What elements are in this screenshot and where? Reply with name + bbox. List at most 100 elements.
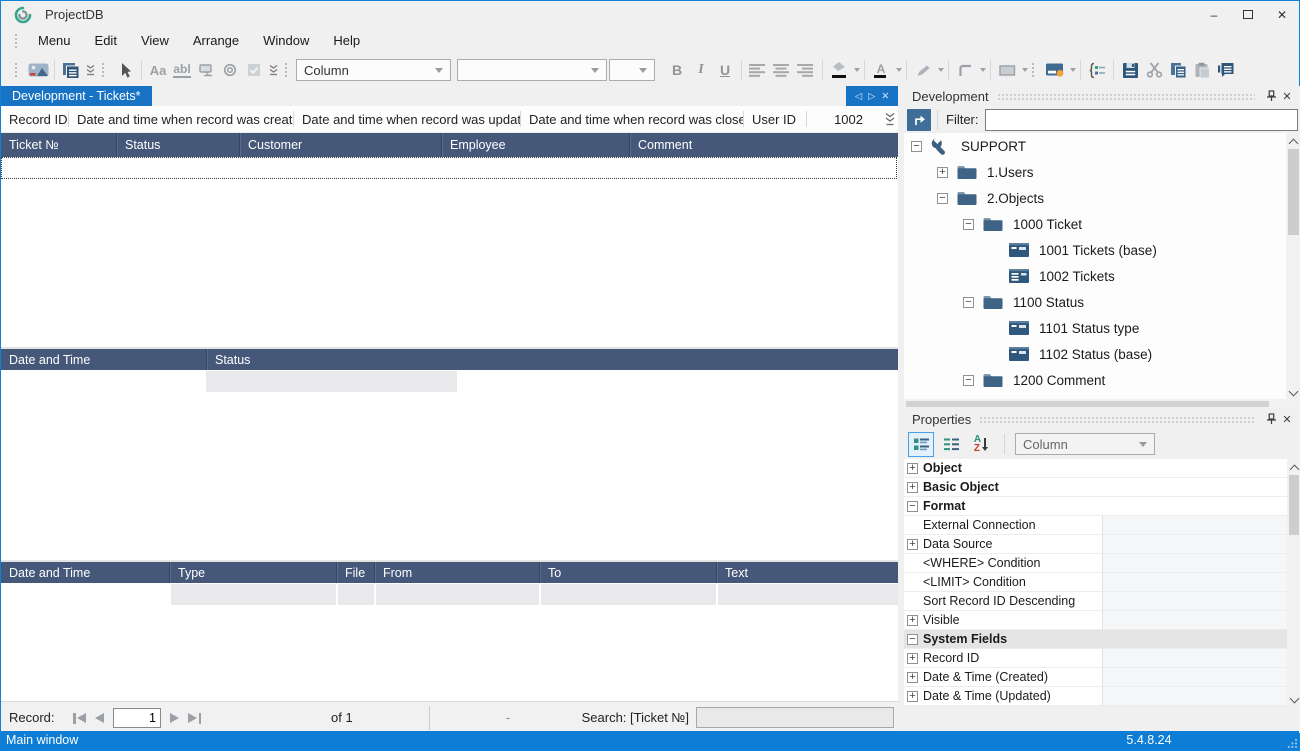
- underline-button[interactable]: U: [713, 62, 737, 78]
- minimize-button[interactable]: –: [1197, 1, 1231, 28]
- tree-item[interactable]: −1100 Status: [904, 289, 1300, 315]
- pin-icon[interactable]: [1263, 411, 1279, 427]
- property-value[interactable]: [1102, 668, 1300, 686]
- tree-item[interactable]: −SUPPORT: [904, 133, 1300, 159]
- scroll-down-icon[interactable]: [1287, 691, 1300, 706]
- property-row[interactable]: +Record ID: [904, 649, 1300, 668]
- prev-tab-icon[interactable]: ◁: [855, 91, 862, 102]
- column-header[interactable]: Date and Time: [1, 562, 169, 583]
- locate-object-button[interactable]: [907, 109, 931, 131]
- toolbar-gripper-1[interactable]: [14, 61, 19, 79]
- maximize-button[interactable]: [1231, 1, 1265, 28]
- font-tool-icon[interactable]: Aa: [146, 58, 170, 82]
- expander-minus-icon[interactable]: −: [911, 141, 922, 152]
- categorized-view-button[interactable]: [908, 432, 934, 457]
- property-value[interactable]: [1102, 535, 1300, 553]
- tree-item[interactable]: 1002 Tickets: [904, 263, 1300, 289]
- close-button[interactable]: ✕: [1265, 1, 1299, 28]
- tab-development-tickets[interactable]: Development - Tickets*: [1, 86, 152, 106]
- column-header[interactable]: Ticket №: [1, 133, 116, 157]
- property-row[interactable]: +Object: [904, 459, 1300, 478]
- pencil-tool-icon[interactable]: [911, 58, 935, 82]
- property-value[interactable]: [1102, 687, 1300, 705]
- tree-item[interactable]: 1102 Status (base): [904, 341, 1300, 367]
- property-row[interactable]: Sort Record ID Descending: [904, 592, 1300, 611]
- record-number-input[interactable]: [113, 708, 161, 728]
- properties-vertical-scrollbar[interactable]: [1287, 459, 1300, 706]
- align-left-icon[interactable]: [746, 58, 770, 82]
- property-value[interactable]: [1102, 573, 1300, 591]
- menu-item-window[interactable]: Window: [251, 30, 321, 52]
- tree-item[interactable]: 1001 Tickets (base): [904, 237, 1300, 263]
- history-status-cell[interactable]: [206, 371, 457, 392]
- menu-item-menu[interactable]: Menu: [26, 30, 83, 52]
- column-header[interactable]: Status: [116, 133, 239, 157]
- first-record-icon[interactable]: [73, 713, 86, 724]
- messages-row[interactable]: [1, 584, 898, 605]
- chevron-down-icon[interactable]: [854, 68, 860, 72]
- scrollbar-thumb[interactable]: [1289, 475, 1299, 535]
- expander-plus-icon[interactable]: +: [907, 653, 918, 664]
- menu-item-view[interactable]: View: [129, 30, 181, 52]
- close-panel-icon[interactable]: ✕: [1279, 88, 1295, 104]
- rectangle-tool-icon[interactable]: [995, 58, 1019, 82]
- record-strip-cell[interactable]: Date and time when record was closed: [521, 112, 743, 127]
- radio-tool-icon[interactable]: [218, 58, 242, 82]
- property-value[interactable]: [1102, 611, 1300, 629]
- column-header[interactable]: Customer: [239, 133, 441, 157]
- chevron-down-icon[interactable]: [1070, 68, 1076, 72]
- font-size-select[interactable]: [609, 59, 655, 81]
- record-strip-cell[interactable]: Date and time when record was created: [69, 112, 293, 127]
- tree-item[interactable]: +1.Users: [904, 159, 1300, 185]
- last-record-icon[interactable]: [188, 713, 201, 724]
- chevron-down-icon[interactable]: [896, 68, 902, 72]
- record-strip-cell[interactable]: 1002: [807, 112, 873, 127]
- property-row[interactable]: −Format: [904, 497, 1300, 516]
- pin-icon[interactable]: [1263, 88, 1279, 104]
- property-value[interactable]: [1102, 516, 1300, 534]
- record-strip-cell[interactable]: User ID: [744, 112, 806, 127]
- column-header[interactable]: To: [539, 562, 716, 583]
- column-header[interactable]: Type: [169, 562, 336, 583]
- column-header[interactable]: From: [374, 562, 539, 583]
- expander-plus-icon[interactable]: +: [937, 167, 948, 178]
- paste-icon[interactable]: [1190, 58, 1214, 82]
- pin-row-chevron-icon[interactable]: [885, 112, 895, 126]
- expander-plus-icon[interactable]: +: [907, 691, 918, 702]
- align-center-icon[interactable]: [770, 58, 794, 82]
- chevron-down-icon[interactable]: [938, 68, 944, 72]
- scroll-up-icon[interactable]: [1287, 459, 1300, 474]
- comment-icon[interactable]: [1214, 58, 1238, 82]
- expander-minus-icon[interactable]: −: [907, 501, 918, 512]
- expander-minus-icon[interactable]: −: [963, 297, 974, 308]
- alphabetical-view-button[interactable]: [938, 432, 964, 457]
- property-row[interactable]: −System Fields: [904, 630, 1300, 649]
- property-row[interactable]: +Data Source: [904, 535, 1300, 554]
- toolbar-options-chevron[interactable]: [269, 64, 278, 76]
- tree-item[interactable]: −1000 Ticket: [904, 211, 1300, 237]
- message-cell[interactable]: [1, 584, 169, 605]
- menu-item-arrange[interactable]: Arrange: [181, 30, 251, 52]
- filter-input[interactable]: [985, 109, 1299, 131]
- tree-vertical-scrollbar[interactable]: [1286, 133, 1300, 399]
- property-value[interactable]: [1102, 554, 1300, 572]
- tree-item[interactable]: −2.Objects: [904, 185, 1300, 211]
- cut-icon[interactable]: [1142, 58, 1166, 82]
- cursor-tool-icon[interactable]: [113, 58, 137, 82]
- expander-plus-icon[interactable]: +: [907, 672, 918, 683]
- property-row[interactable]: +Visible: [904, 611, 1300, 630]
- previous-record-icon[interactable]: [95, 713, 104, 723]
- save-icon[interactable]: [1118, 58, 1142, 82]
- message-cell[interactable]: [716, 584, 898, 605]
- script-braces-icon[interactable]: [1085, 58, 1109, 82]
- expander-plus-icon[interactable]: +: [907, 539, 918, 550]
- font-color-icon[interactable]: A: [869, 58, 893, 82]
- fill-color-icon[interactable]: [827, 58, 851, 82]
- copy-icon[interactable]: [1166, 58, 1190, 82]
- next-record-icon[interactable]: [170, 713, 179, 723]
- toolbar-gripper-3[interactable]: [284, 61, 289, 79]
- message-cell[interactable]: [374, 584, 539, 605]
- menubar-gripper[interactable]: [14, 32, 19, 50]
- chevron-down-icon[interactable]: [1022, 68, 1028, 72]
- expander-plus-icon[interactable]: +: [907, 482, 918, 493]
